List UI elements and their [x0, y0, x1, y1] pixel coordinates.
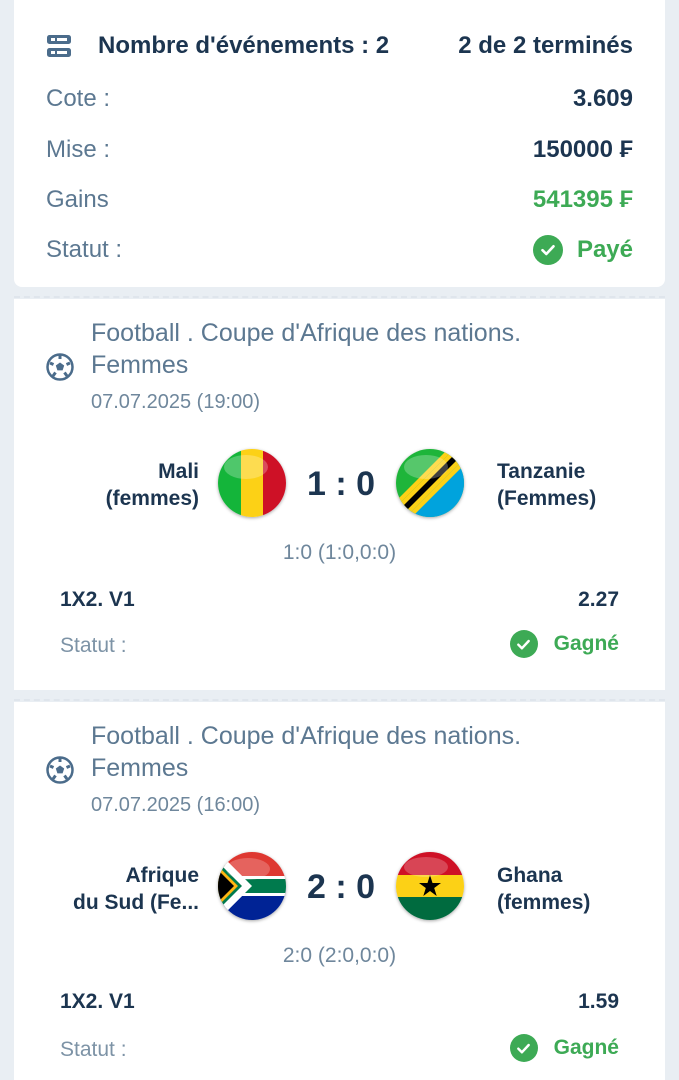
event-status-label: Statut : — [60, 1038, 127, 1061]
soccer-ball-icon — [46, 756, 74, 784]
league-line-2: Femmes — [91, 754, 189, 782]
market-name: 1X2. V1 — [60, 990, 135, 1013]
check-circle-icon — [532, 235, 563, 265]
away-team-name: Tanzanie (Femmes) — [497, 458, 657, 512]
events-count-row: Nombre d'événements : 2 2 de 2 terminés — [46, 32, 633, 60]
away-team-line-2: (Femmes) — [497, 487, 597, 510]
league-line-2: Femmes — [91, 351, 189, 379]
statut-value-text: Payé — [576, 236, 633, 263]
list-icon — [47, 35, 71, 57]
dashed-divider — [14, 699, 665, 701]
gains-label: Gains — [46, 186, 109, 213]
dashed-divider — [14, 296, 665, 298]
event-date: 07.07.2025 (19:00) — [91, 391, 261, 413]
event-card[interactable]: Football . Coupe d'Afrique des nations. … — [14, 299, 665, 690]
gains-value: 541395 ₣ — [532, 186, 633, 213]
final-score: 1 : 0 — [306, 465, 376, 503]
cote-row: Cote : 3.609 — [46, 85, 633, 113]
event-status: Gagné — [509, 630, 619, 658]
check-circle-icon — [509, 1034, 538, 1062]
market-odd: 1.59 — [578, 990, 619, 1013]
event-status-label: Statut : — [60, 634, 127, 657]
event-status-value: Gagné — [553, 632, 619, 655]
check-circle-icon — [509, 630, 538, 658]
event-date: 07.07.2025 (16:00) — [91, 794, 261, 816]
soccer-ball-icon — [46, 353, 74, 381]
away-team-name: Ghana (femmes) — [497, 862, 657, 916]
event-card[interactable]: Football . Coupe d'Afrique des nations. … — [14, 702, 665, 1080]
mali-flag-icon — [218, 449, 286, 517]
south-africa-flag-icon — [218, 852, 286, 920]
bet-summary-card: Nombre d'événements : 2 2 de 2 terminés … — [14, 0, 665, 287]
final-score: 2 : 0 — [306, 868, 376, 906]
home-team-name: Afrique du Sud (Fe... — [39, 862, 199, 916]
gains-row: Gains 541395 ₣ — [46, 186, 633, 214]
event-status-value: Gagné — [553, 1036, 619, 1059]
market-odd: 2.27 — [578, 588, 619, 611]
mise-label: Mise : — [46, 136, 111, 163]
finished-count: 2 de 2 terminés — [458, 32, 633, 59]
statut-row: Statut : Payé — [46, 235, 633, 265]
cote-value: 3.609 — [572, 85, 633, 112]
half-time-score: 1:0 (1:0,0:0) — [282, 541, 397, 564]
event-status: Gagné — [509, 1034, 619, 1062]
home-team-line-1: Afrique — [125, 864, 200, 887]
home-team-line-1: Mali — [158, 460, 199, 483]
statut-value: Payé — [532, 235, 633, 265]
away-team-line-2: (femmes) — [497, 891, 591, 914]
mise-row: Mise : 150000 ₣ — [46, 136, 633, 164]
mise-value: 150000 ₣ — [532, 136, 633, 163]
away-team-line-1: Ghana — [497, 864, 563, 887]
events-count-label: Nombre d'événements : 2 — [98, 32, 390, 59]
home-team-line-2: (femmes) — [105, 487, 199, 510]
league-line-1: Football . Coupe d'Afrique des nations. — [91, 722, 522, 750]
market-name: 1X2. V1 — [60, 588, 135, 611]
league-name: Football . Coupe d'Afrique des nations. … — [91, 317, 611, 381]
home-team-line-2: du Sud (Fe... — [73, 891, 199, 914]
away-team-line-1: Tanzanie — [497, 460, 586, 483]
half-time-score: 2:0 (2:0,0:0) — [282, 944, 397, 967]
league-name: Football . Coupe d'Afrique des nations. … — [91, 720, 611, 784]
league-line-1: Football . Coupe d'Afrique des nations. — [91, 319, 522, 347]
tanzania-flag-icon — [396, 449, 464, 517]
cote-label: Cote : — [46, 85, 111, 112]
ghana-flag-icon — [396, 852, 464, 920]
home-team-name: Mali (femmes) — [39, 458, 199, 512]
statut-label: Statut : — [46, 236, 123, 263]
